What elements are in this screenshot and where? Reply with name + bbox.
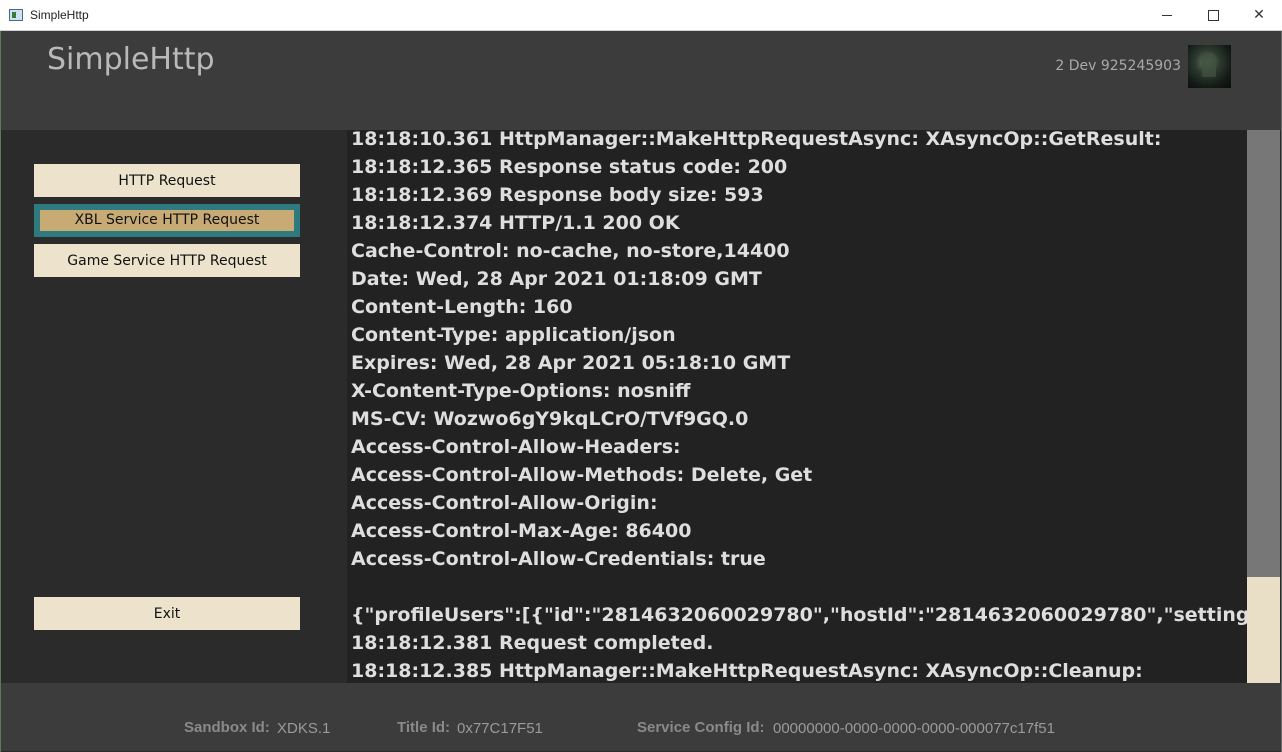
log-scrollbar[interactable] xyxy=(1247,130,1280,683)
log-line: 18:18:12.365 Response status code: 200 xyxy=(351,156,788,178)
title-id-value: 0x77C17F51 xyxy=(457,720,543,737)
sandbox-id-value: XDKS.1 xyxy=(277,720,331,737)
log-line: Content-Type: application/json xyxy=(351,324,676,346)
log-line: Cache-Control: no-cache, no-store,14400 xyxy=(351,240,790,262)
log-line: Content-Length: 160 xyxy=(351,296,573,318)
window-title: SimpleHttp xyxy=(30,8,89,22)
log-line: 18:18:12.369 Response body size: 593 xyxy=(351,184,764,206)
status-footer: Sandbox Id: XDKS.1 Title Id: 0x77C17F51 … xyxy=(1,683,1281,751)
log-line: MS-CV: Wozwo6gY9kqLCrO/TVf9GQ.0 xyxy=(351,408,749,430)
http-request-button[interactable]: HTTP Request xyxy=(34,164,300,197)
title-bar: SimpleHttp ✕ xyxy=(0,0,1282,31)
xbl-service-http-request-button[interactable]: XBL Service HTTP Request xyxy=(34,204,300,237)
log-output[interactable]: 18:18:10.361 HttpManager::MakeHttpReques… xyxy=(347,130,1247,683)
game-service-http-request-button[interactable]: Game Service HTTP Request xyxy=(34,244,300,277)
log-line: 18:18:10.361 HttpManager::MakeHttpReques… xyxy=(351,130,1162,150)
close-icon: ✕ xyxy=(1253,7,1265,23)
log-line: 18:18:12.374 HTTP/1.1 200 OK xyxy=(351,212,680,234)
log-line: X-Content-Type-Options: nosniff xyxy=(351,380,691,402)
sidebar: HTTP Request XBL Service HTTP Request Ga… xyxy=(1,130,347,683)
sandbox-id-label: Sandbox Id: xyxy=(184,719,270,736)
log-line: Access-Control-Allow-Methods: Delete, Ge… xyxy=(351,464,813,486)
log-line: 18:18:12.381 Request completed. xyxy=(351,632,714,654)
log-line: Expires: Wed, 28 Apr 2021 05:18:10 GMT xyxy=(351,352,791,374)
gamertag-label: 2 Dev 925245903 xyxy=(1055,58,1181,74)
log-line: Date: Wed, 28 Apr 2021 01:18:09 GMT xyxy=(351,268,762,290)
maximize-button[interactable] xyxy=(1190,0,1236,30)
maximize-icon xyxy=(1207,9,1219,21)
log-line: Access-Control-Allow-Credentials: true xyxy=(351,548,766,570)
app-icon xyxy=(9,9,23,21)
close-button[interactable]: ✕ xyxy=(1236,0,1282,30)
minimize-icon xyxy=(1162,14,1172,16)
service-config-id-label: Service Config Id: xyxy=(637,719,765,736)
title-id-label: Title Id: xyxy=(397,719,451,736)
log-line: {"profileUsers":[{"id":"2814632060029780… xyxy=(351,604,1247,626)
log-line: Access-Control-Allow-Headers: xyxy=(351,436,681,458)
app-header: SimpleHttp 2 Dev 925245903 xyxy=(1,31,1281,130)
exit-button[interactable]: Exit xyxy=(34,597,300,630)
page-title: SimpleHttp xyxy=(47,42,215,77)
log-line: Access-Control-Allow-Origin: xyxy=(351,492,658,514)
avatar xyxy=(1188,45,1231,88)
log-line: Access-Control-Max-Age: 86400 xyxy=(351,520,692,542)
service-config-id-value: 00000000-0000-0000-0000-000077c17f51 xyxy=(773,720,1055,737)
minimize-button[interactable] xyxy=(1144,0,1190,30)
log-line: 18:18:12.385 HttpManager::MakeHttpReques… xyxy=(351,660,1143,682)
scrollbar-thumb[interactable] xyxy=(1247,130,1280,577)
